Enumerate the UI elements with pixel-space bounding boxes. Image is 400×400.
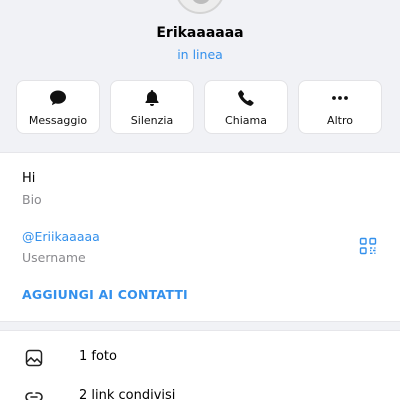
more-button-label: Altro (327, 113, 353, 127)
shared-links-label: 2 link condivisi (79, 388, 176, 400)
profile-name: Erikaaaaaa (156, 25, 244, 41)
link-icon (24, 387, 44, 400)
action-bar: Messaggio Silenzia Chiama Altro (16, 80, 382, 134)
call-button-label: Chiama (225, 113, 267, 127)
message-button[interactable]: Messaggio (16, 80, 100, 134)
add-to-contacts-button[interactable]: AGGIUNGI AI CONTATTI (22, 287, 188, 302)
shared-photos-row[interactable]: 1 foto (0, 343, 400, 373)
phone-icon (236, 88, 256, 108)
online-status: in linea (177, 47, 223, 62)
more-button[interactable]: Altro (298, 80, 382, 134)
username-label: Username (22, 250, 86, 265)
qr-code-icon[interactable] (359, 237, 377, 255)
bio-label: Bio (22, 192, 42, 207)
chat-bubble-icon (48, 88, 68, 108)
photo-icon (24, 348, 44, 368)
shared-links-row[interactable]: 2 link condivisi (0, 382, 400, 400)
shared-photos-label: 1 foto (79, 349, 117, 364)
bio-text: Hi (22, 171, 36, 186)
call-button[interactable]: Chiama (204, 80, 288, 134)
shared-media-card: 1 foto 2 link condivisi (0, 330, 400, 400)
username-value[interactable]: @Eriikaaaaa (22, 229, 100, 244)
message-button-label: Messaggio (28, 113, 88, 127)
mute-button-label: Silenzia (130, 113, 174, 127)
info-card: Hi Bio @Eriikaaaaa Username AGGIUNGI AI … (0, 152, 400, 322)
more-dots-icon (330, 88, 350, 108)
bell-icon (142, 88, 162, 108)
mute-button[interactable]: Silenzia (110, 80, 194, 134)
avatar[interactable] (175, 0, 225, 14)
